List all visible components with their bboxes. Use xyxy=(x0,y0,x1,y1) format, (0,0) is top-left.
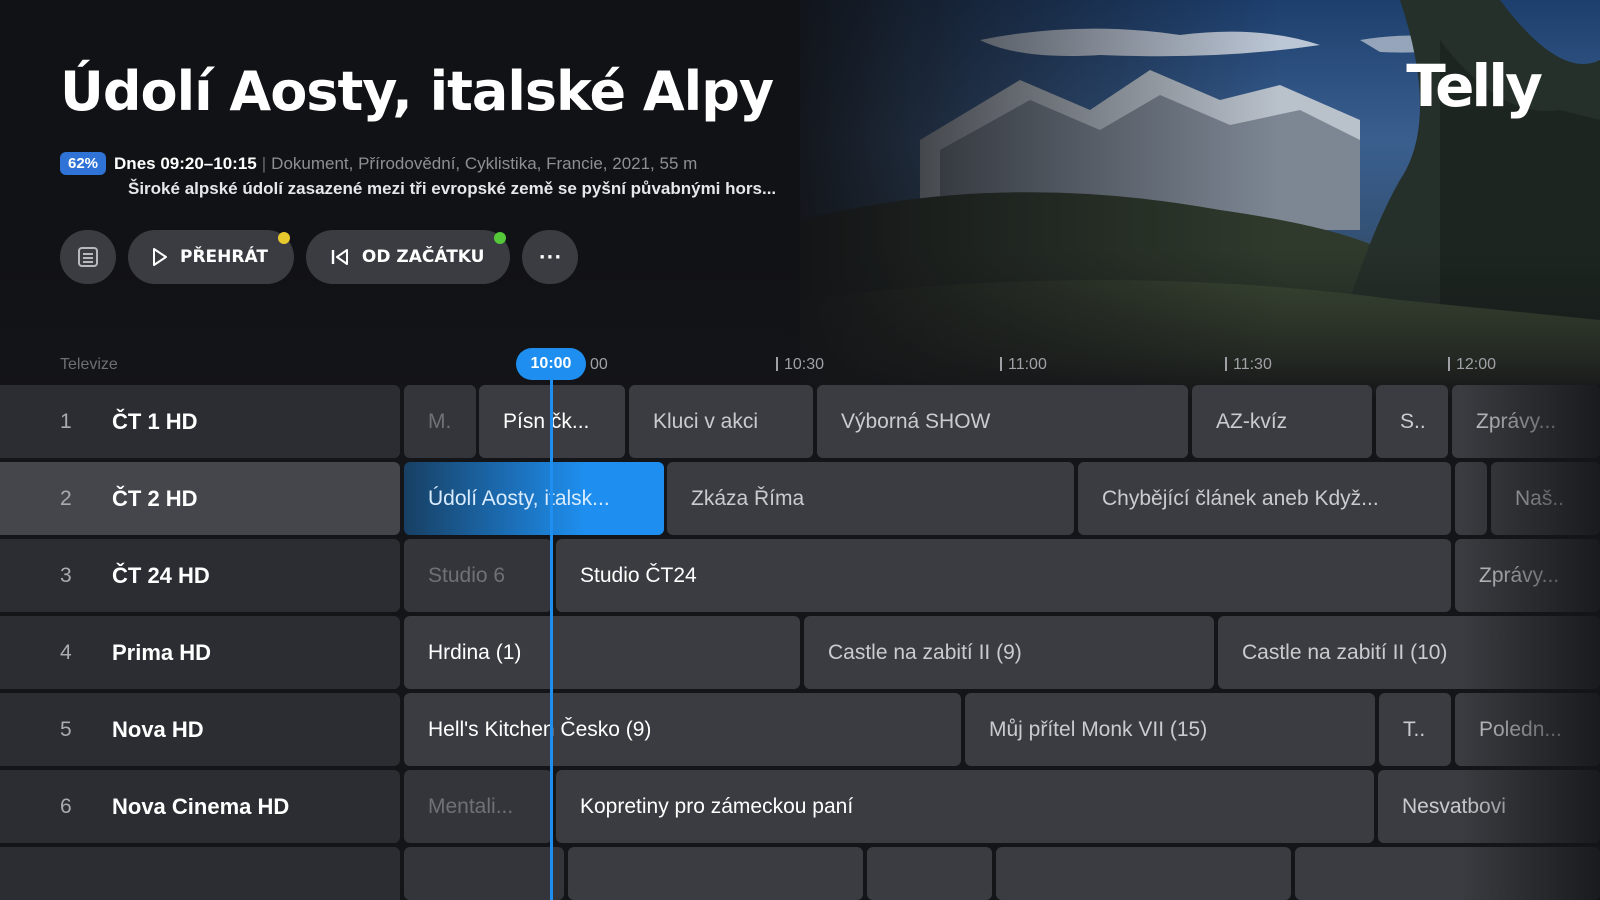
program-cell[interactable]: Hrdina (1) xyxy=(404,616,800,689)
program-cell[interactable]: T.. xyxy=(1379,693,1451,766)
program-cell[interactable]: Nesvatbovi xyxy=(1378,770,1600,843)
program-cell[interactable]: Zprávy... xyxy=(1452,385,1600,458)
channel-number: 5 xyxy=(60,717,72,741)
channel-item[interactable]: 6 Nova Cinema HD xyxy=(0,770,400,843)
channel-number: 2 xyxy=(60,486,72,510)
program-cell[interactable]: S.. xyxy=(1376,385,1448,458)
green-dot-indicator xyxy=(494,232,507,244)
play-button[interactable]: PŘEHRÁT xyxy=(128,230,294,284)
more-button[interactable]: ··· xyxy=(522,230,579,284)
play-icon xyxy=(153,248,167,266)
more-icon: ··· xyxy=(538,246,563,268)
time-tick: 10:30 xyxy=(776,356,824,374)
channel-name: ČT 24 HD xyxy=(112,562,210,588)
current-time-indicator: 10:00 xyxy=(516,348,586,380)
channel-item[interactable]: 1 ČT 1 HD xyxy=(0,385,400,458)
channel-number: 6 xyxy=(60,794,72,818)
channel-number: 1 xyxy=(60,409,72,433)
action-bar: PŘEHRÁT OD ZAČÁTKU ··· xyxy=(60,230,579,284)
time-tick: 12:00 xyxy=(1448,356,1496,374)
program-cell[interactable]: Studio 6 xyxy=(404,539,552,612)
program-cell[interactable]: AZ-kvíz xyxy=(1192,385,1372,458)
program-cell[interactable] xyxy=(996,847,1291,900)
channel-row: 2 ČT 2 HD Údolí Aosty, italsk... Zkáza Ř… xyxy=(0,462,1600,535)
program-cell[interactable] xyxy=(404,847,564,900)
program-cell[interactable]: Studio ČT24 xyxy=(556,539,1451,612)
telly-logo: Telly xyxy=(1406,52,1543,120)
program-cell[interactable]: M. xyxy=(404,385,476,458)
program-cell[interactable]: Castle na zabití II (9) xyxy=(804,616,1214,689)
program-description: Široké alpské údolí zasazené mezi tři ev… xyxy=(128,179,777,198)
program-cell[interactable]: Výborná SHOW xyxy=(817,385,1188,458)
program-info: Dokument, Přírodovědní, Cyklistika, Fran… xyxy=(271,153,698,173)
program-cell[interactable]: Můj přítel Monk VII (15) xyxy=(965,693,1375,766)
channel-item[interactable] xyxy=(0,847,400,900)
channel-row: 3 ČT 24 HD Studio 6 Studio ČT24 Zprávy..… xyxy=(0,539,1600,612)
channel-row: 6 Nova Cinema HD Mentali... Kopretiny pr… xyxy=(0,770,1600,843)
time-tick: 11:00 xyxy=(1000,356,1047,374)
program-cell[interactable]: Hell's Kitchen Česko (9) xyxy=(404,693,961,766)
program-cell[interactable]: Castle na zabití II (10) xyxy=(1218,616,1600,689)
program-cell[interactable]: Kluci v akci xyxy=(629,385,813,458)
channel-number: 4 xyxy=(60,640,72,664)
channel-row: 1 ČT 1 HD M. Písn čk... Kluci v akci Výb… xyxy=(0,385,1600,458)
list-button[interactable] xyxy=(60,230,116,284)
yellow-dot-indicator xyxy=(277,232,290,244)
program-cell[interactable]: Kopretiny pro zámeckou paní xyxy=(556,770,1374,843)
meta-separator: | xyxy=(261,153,267,173)
program-cell[interactable] xyxy=(568,847,863,900)
program-cell[interactable]: Naš.. xyxy=(1491,462,1600,535)
channel-row: 5 Nova HD Hell's Kitchen Česko (9) Můj p… xyxy=(0,693,1600,766)
channel-item[interactable]: 3 ČT 24 HD xyxy=(0,539,400,612)
channel-name: Nova HD xyxy=(112,716,204,742)
timeline-section-label: Televize xyxy=(60,356,118,373)
channel-row xyxy=(0,847,1600,900)
program-cell-active[interactable]: Údolí Aosty, italsk... xyxy=(404,462,664,535)
time-tick: 11:30 xyxy=(1225,356,1272,374)
channel-name: ČT 1 HD xyxy=(112,408,198,434)
channel-row: 4 Prima HD Hrdina (1) Castle na zabití I… xyxy=(0,616,1600,689)
channel-name: ČT 2 HD xyxy=(112,485,198,511)
program-cell[interactable]: Poledn... xyxy=(1455,693,1600,766)
skip-to-start-icon xyxy=(331,249,348,265)
channel-name: Nova Cinema HD xyxy=(112,793,290,819)
program-cell[interactable]: Zprávy... xyxy=(1455,539,1600,612)
program-cell[interactable]: Chybějící článek aneb Když... xyxy=(1078,462,1451,535)
from-start-button-label: OD ZAČÁTKU xyxy=(361,247,485,267)
program-cell[interactable] xyxy=(1295,847,1600,900)
program-title: Údolí Aosty, italské Alpy xyxy=(60,60,774,123)
channel-item[interactable]: 5 Nova HD xyxy=(0,693,400,766)
program-meta: 62% Dnes 09:20–10:15 | Dokument, Přírodo… xyxy=(60,152,697,175)
program-cell[interactable]: Zkáza Říma xyxy=(667,462,1074,535)
list-icon xyxy=(78,247,98,267)
from-start-button[interactable]: OD ZAČÁTKU xyxy=(305,230,511,284)
channel-number: 3 xyxy=(60,563,72,587)
channel-name: Prima HD xyxy=(112,639,212,665)
epg-grid: 1 ČT 1 HD M. Písn čk... Kluci v akci Výb… xyxy=(0,385,1600,900)
play-button-label: PŘEHRÁT xyxy=(180,247,268,267)
channel-item[interactable]: 4 Prima HD xyxy=(0,616,400,689)
progress-badge: 62% xyxy=(60,152,107,175)
program-cell[interactable]: Mentali... xyxy=(404,770,552,843)
channel-item-selected[interactable]: 2 ČT 2 HD xyxy=(0,462,400,535)
program-cell[interactable] xyxy=(867,847,992,900)
program-time: Dnes 09:20–10:15 xyxy=(114,153,257,173)
program-cell[interactable] xyxy=(1455,462,1487,535)
current-time-line xyxy=(550,378,553,900)
